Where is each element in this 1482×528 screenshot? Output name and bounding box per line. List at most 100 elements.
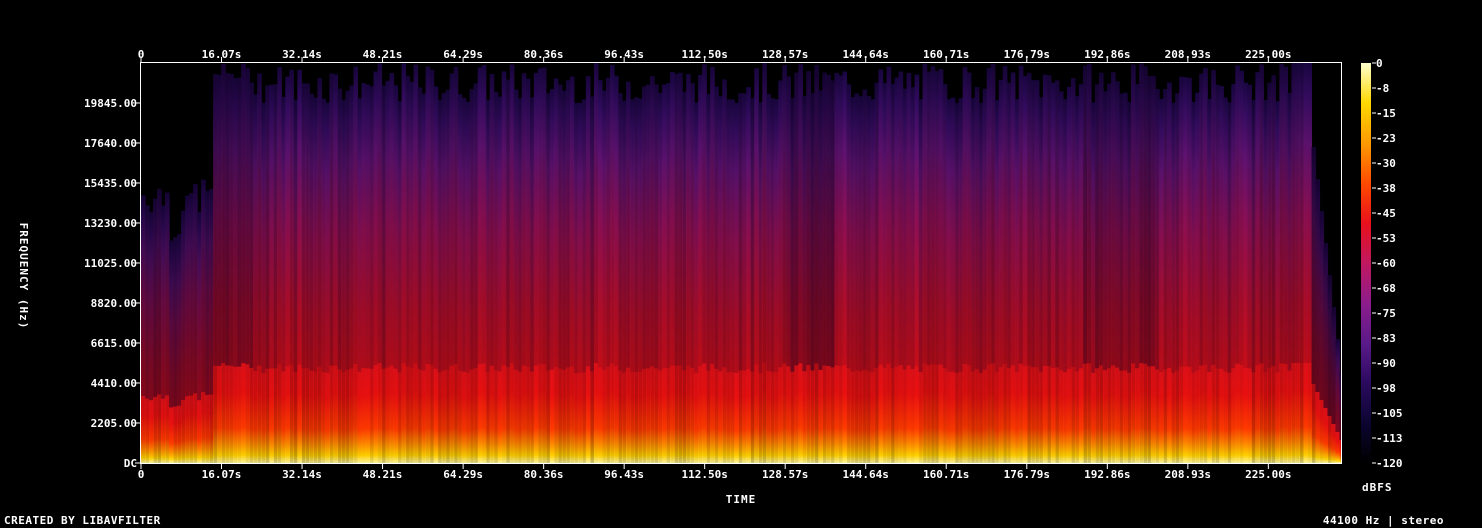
spectrogram-column-shade [245,68,250,365]
spectrogram-column-shade [1034,80,1040,368]
spectrogram-column-shade [1147,76,1152,367]
spectrogram-column-shade [1135,83,1140,369]
spectrogram-column-shade [642,86,647,369]
spectrogram-column-shade [942,84,948,369]
spectrogram-column-shade [778,80,783,368]
spectrogram-column-shade [970,98,976,372]
spectrogram-column-shade [233,78,238,367]
spectrogram-column-shade [549,89,555,370]
spectrogram-column-shade [389,72,395,366]
spectrogram-column-shade [1251,100,1256,373]
spectrogram-column-shade [1187,77,1192,367]
colorbar-tick-label: -83 [1376,332,1396,345]
spectrogram-column-shade [481,65,487,364]
spectrogram-column-shade [301,83,306,369]
y-tick-label: 4410.00 [91,377,137,390]
spectrogram-column-shade [790,97,795,372]
spectrogram-column-shade [818,90,824,370]
spectrogram-column-shade [914,74,920,366]
spectrogram-column-shade [553,78,559,367]
spectrogram-column-shade [1058,91,1064,371]
x-tick-label: 16.07s [202,468,242,481]
spectrogram-column-shade [814,65,820,364]
spectrogram-column-shade [746,87,751,370]
spectrogram-column-shade [622,100,627,373]
spectrogram-column-shade [1239,70,1244,365]
spectrogram-column-shade [505,79,511,368]
spectrogram-column-shade [842,71,848,366]
spectrogram-column-shade [489,74,495,366]
spectrogram-column-shade [229,73,234,366]
x-tick-label: 225.00s [1245,468,1291,481]
x-tick-label: 144.64s [843,468,889,481]
spectrogram-column-shade [273,84,278,369]
colorbar-label: dBFS [1362,481,1393,494]
spectrogram-column-shade [253,94,258,371]
spectrogram-column-shade [1183,77,1188,367]
colorbar-tick-label: -15 [1376,107,1396,120]
spectrogram-column-shade [1163,88,1168,370]
spectrogram-column-shade [1307,63,1313,363]
spectrogram-column-shade [589,96,595,372]
spectrogram-column-shade [1062,99,1068,373]
spectrogram-column-shade [597,80,603,368]
y-tick-label: 19845.00 [84,97,137,110]
spectrogram-column-shade [954,102,960,373]
spectrogram-column-shade [297,69,302,365]
spectrogram-column-shade [1191,101,1196,373]
spectrogram-column-shade [686,74,691,366]
spectrogram-column-shade [461,97,467,372]
spectrogram-column-shade [938,69,944,365]
spectrogram-column-shade [822,72,828,366]
spectrogram-column-shade [1175,93,1180,371]
spectrogram-column-shade [1127,101,1132,373]
spectrogram-column-shade [1014,99,1020,373]
spectrogram-column-shade [714,86,719,369]
spectrogram-column-shade [1074,96,1080,372]
spectrogram-column-shade [1247,84,1252,369]
spectrogram-column-shade [1211,70,1216,365]
spectrogram-column-shade [477,67,483,365]
spectrogram-column-shade [670,71,675,366]
spectrogram-column-shade [325,102,330,373]
colorbar-tick-label: -98 [1376,382,1396,395]
colorbar-tick-label: -45 [1376,207,1396,220]
spectrogram-column-shade [838,75,844,367]
spectrogram-column-shade [1038,97,1044,372]
spectrogram-column-shade [798,64,803,364]
spectrogram-column-shade [365,84,371,369]
x-tick-label: 176.79s [1004,48,1050,61]
spectrogram-column-shade [710,66,715,364]
x-tick-label: 0 [138,468,145,481]
y-tick-label: 15435.00 [84,177,137,190]
spectrogram-column-shade [1171,102,1176,373]
spectrogram-column-shade [706,93,711,371]
spectrogram-column-shade [225,73,230,366]
spectrogram-column-shade [1090,102,1096,373]
spectrogram-column-shade [826,74,832,366]
spectrogram-column-shade [361,83,367,369]
spectrogram-column-shade [153,198,158,397]
spectrogram-column-shade [1094,84,1100,369]
x-axis-label: TIME [726,493,757,506]
spectrogram-column-shade [525,78,531,367]
spectrogram-column-shade [1291,63,1297,363]
spectrogram-column-shade [1323,243,1329,408]
x-tick-label: 160.71s [923,468,969,481]
spectrogram-column-shade [770,98,775,372]
spectrogram-column-shade [762,63,767,364]
spectrogram-column-shade [213,73,218,366]
x-tick-label: 208.93s [1165,468,1211,481]
x-tick-label: 48.21s [363,468,403,481]
spectrogram-column-shade [1123,92,1128,371]
spectrogram-column-shade [1018,65,1024,364]
spectrogram-column-shade [786,76,791,367]
x-tick-label: 16.07s [202,48,242,61]
x-tick-label: 208.93s [1165,48,1211,61]
spectrogram-column-shade [674,73,679,366]
spectrogram-column-shade [1279,63,1284,364]
spectrogram-column-shade [658,92,663,371]
spectrogram-column-shade [1159,98,1164,372]
y-tick-label: 6615.00 [91,337,137,350]
spectrogram-column-shade [565,80,571,368]
